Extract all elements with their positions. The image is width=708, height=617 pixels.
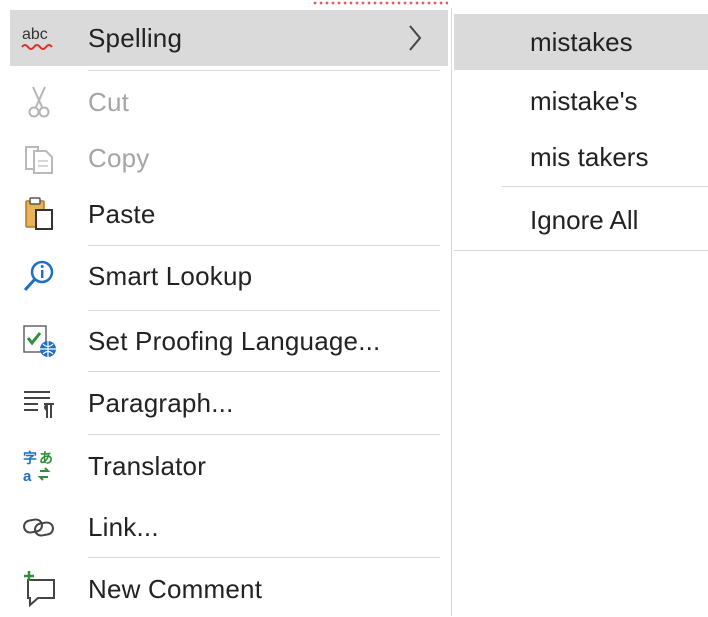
menu-separator <box>88 371 440 372</box>
menu-item-label: Link... <box>88 511 159 542</box>
context-menu: abc Spelling Cut Copy Paste Smart Lookup… <box>0 8 452 616</box>
new-comment-icon <box>20 570 58 608</box>
spelling-error-squiggle <box>312 0 448 6</box>
link-icon <box>20 508 58 546</box>
copy-icon <box>20 139 58 177</box>
svg-text:a: a <box>23 468 32 485</box>
suggestion-item[interactable]: mis takers <box>454 129 708 185</box>
menu-item-label: Paste <box>88 198 156 229</box>
submenu-separator <box>502 186 708 187</box>
svg-text:abc: abc <box>22 26 48 43</box>
menu-item-label: Spelling <box>88 22 183 53</box>
menu-separator <box>88 310 440 311</box>
menu-separator <box>88 557 440 558</box>
menu-separator <box>88 70 440 71</box>
menu-item-paragraph[interactable]: Paragraph... <box>0 375 452 431</box>
menu-item-set-proofing-language[interactable]: Set Proofing Language... <box>0 313 452 369</box>
translator-icon: 字 あ a <box>20 447 58 485</box>
suggestion-item[interactable]: mistake's <box>454 73 708 129</box>
menu-item-label: Translator <box>88 450 207 481</box>
proofing-language-icon <box>20 322 58 360</box>
scissors-icon <box>20 83 58 121</box>
menu-separator <box>88 245 440 246</box>
abc-spelling-icon: abc <box>20 19 58 57</box>
menu-item-label: Cut <box>88 86 130 117</box>
menu-item-smart-lookup[interactable]: Smart Lookup <box>0 248 452 304</box>
suggestion-item[interactable]: mistakes <box>454 14 708 70</box>
menu-item-translator[interactable]: 字 あ a Translator <box>0 438 452 494</box>
ignore-all-item[interactable]: Ignore All <box>454 192 708 248</box>
svg-text:あ: あ <box>39 450 53 466</box>
menu-item-label: Paragraph... <box>88 387 234 418</box>
spelling-submenu: mistakes mistake's mis takers Ignore All <box>454 12 708 251</box>
menu-item-label: Smart Lookup <box>88 260 253 291</box>
menu-item-paste[interactable]: Paste <box>0 186 452 242</box>
chevron-right-icon <box>400 20 430 56</box>
menu-item-label: Set Proofing Language... <box>88 325 381 356</box>
menu-item-label: Copy <box>88 142 150 173</box>
menu-item-cut[interactable]: Cut <box>0 74 452 130</box>
suggestion-label: mistake's <box>530 85 638 116</box>
menu-item-label: New Comment <box>88 573 263 604</box>
suggestion-label: mis takers <box>530 141 649 172</box>
menu-separator <box>88 434 440 435</box>
paste-clipboard-icon <box>20 195 58 233</box>
paragraph-icon <box>20 384 58 422</box>
svg-text:字: 字 <box>23 450 37 466</box>
menu-item-spelling[interactable]: abc Spelling <box>10 10 448 66</box>
menu-item-new-comment[interactable]: New Comment <box>0 561 452 617</box>
menu-item-copy[interactable]: Copy <box>0 130 452 186</box>
smart-lookup-icon <box>20 257 58 295</box>
menu-item-link[interactable]: Link... <box>0 499 452 555</box>
suggestion-label: mistakes <box>530 26 633 57</box>
ignore-all-label: Ignore All <box>530 204 639 235</box>
